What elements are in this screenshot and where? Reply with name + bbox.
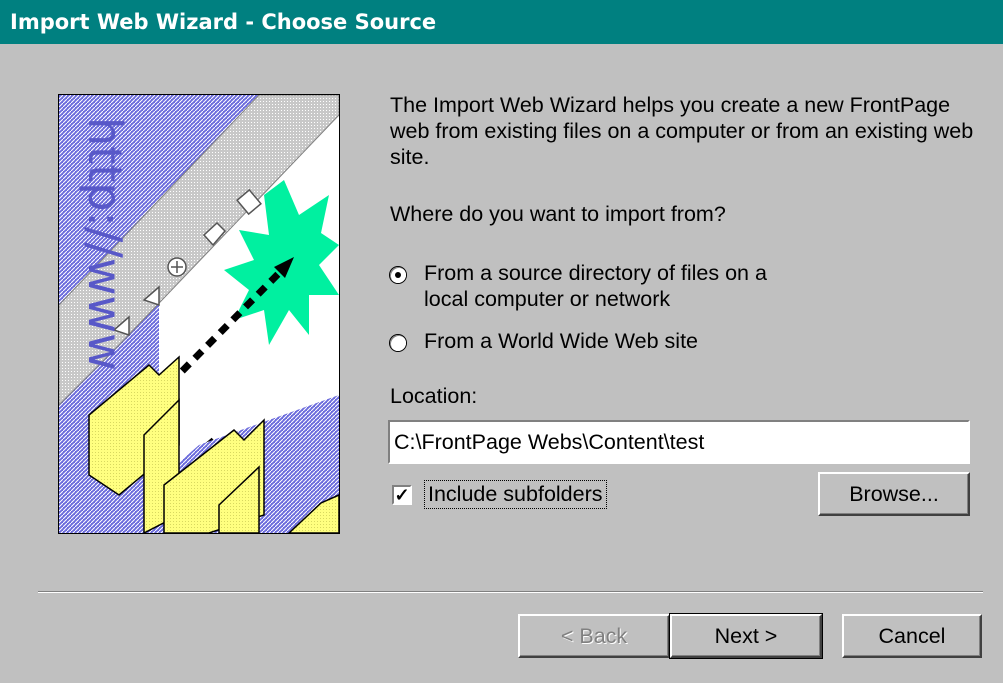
web-site-radio[interactable] xyxy=(390,335,406,351)
source-directory-option[interactable]: From a source directory of files on a lo… xyxy=(390,260,767,312)
location-label: Location: xyxy=(390,384,478,408)
back-button[interactable]: < Back xyxy=(518,614,670,658)
wizard-illustration: http://www xyxy=(58,94,340,534)
separator xyxy=(38,591,983,593)
source-directory-label-line1: From a source directory of files on a xyxy=(424,261,767,285)
browse-button[interactable]: Browse... xyxy=(818,472,970,516)
title-bar[interactable]: Import Web Wizard - Choose Source xyxy=(0,0,1003,44)
source-directory-label-line2: local computer or network xyxy=(424,287,671,311)
location-input[interactable] xyxy=(388,420,970,464)
web-site-option[interactable]: From a World Wide Web site xyxy=(390,328,698,354)
import-source-question: Where do you want to import from? xyxy=(390,202,726,226)
include-subfolders-option[interactable]: ✓ Include subfolders xyxy=(392,480,607,509)
watermark-text: http://www xyxy=(78,117,132,371)
web-site-label: From a World Wide Web site xyxy=(424,329,698,353)
import-web-wizard-window: Import Web Wizard - Choose Source http:/… xyxy=(0,0,1003,683)
include-subfolders-checkbox[interactable]: ✓ xyxy=(392,484,412,505)
next-button[interactable]: Next > xyxy=(669,613,823,659)
include-subfolders-label: Include subfolders xyxy=(424,480,607,509)
wizard-illustration-graphic: http://www xyxy=(59,95,339,533)
source-directory-label: From a source directory of files on a lo… xyxy=(424,260,767,312)
cancel-button[interactable]: Cancel xyxy=(842,614,982,658)
window-title: Import Web Wizard - Choose Source xyxy=(10,10,437,34)
intro-text: The Import Web Wizard helps you create a… xyxy=(390,93,974,169)
source-directory-radio[interactable] xyxy=(390,267,406,283)
